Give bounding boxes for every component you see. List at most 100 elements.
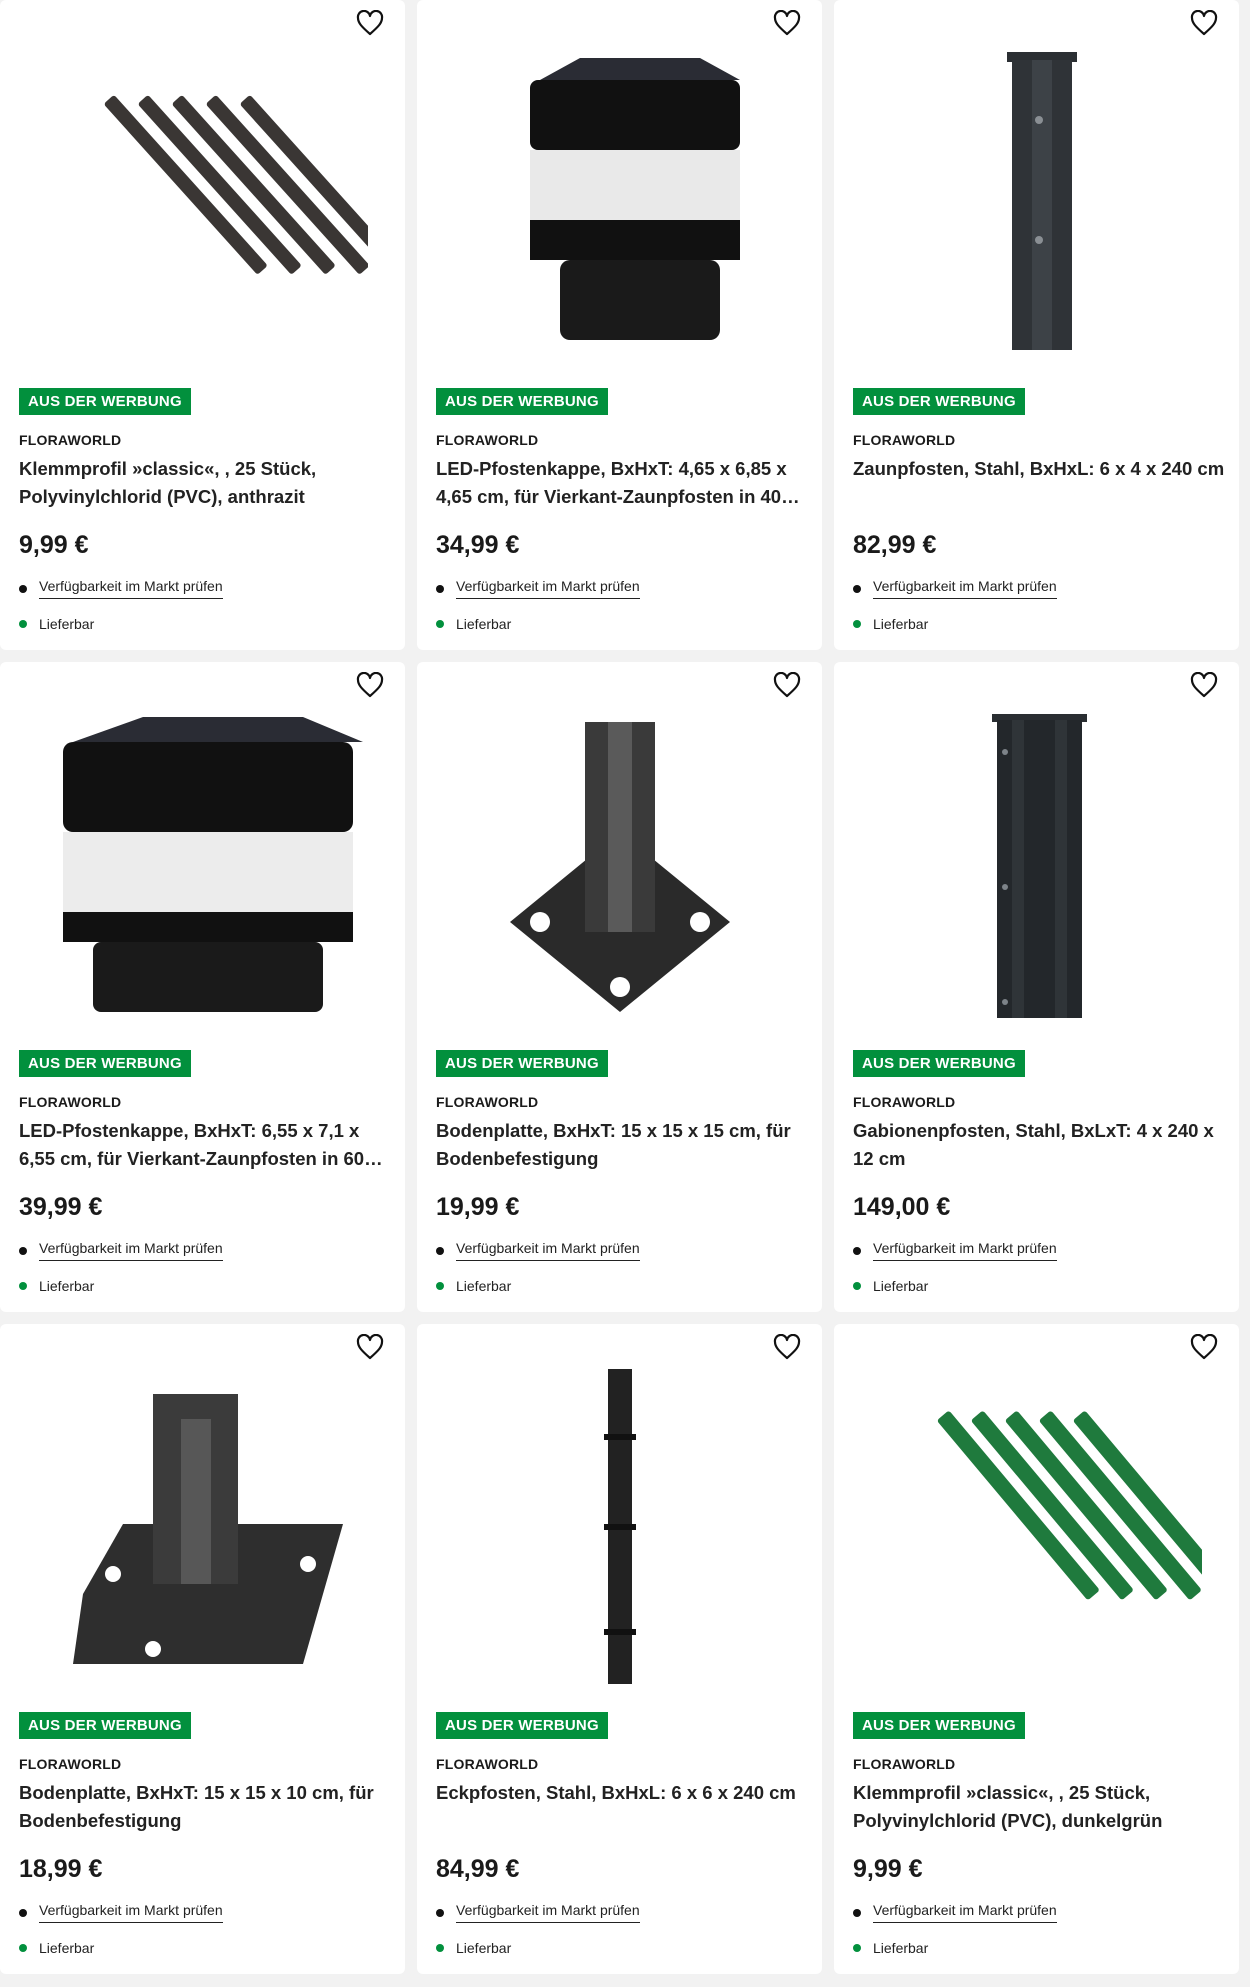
bullet-dot — [853, 1246, 861, 1255]
product-price: 34,99 € — [436, 531, 520, 559]
bullet-dot — [853, 1908, 861, 1917]
product-image[interactable] — [417, 692, 822, 1032]
delivery-status: Lieferbar — [436, 616, 511, 632]
bullet-dot — [853, 584, 861, 593]
product-price: 9,99 € — [853, 1855, 923, 1883]
product-image[interactable] — [0, 692, 405, 1032]
delivery-label: Lieferbar — [456, 1278, 512, 1294]
product-title[interactable]: Klemmprofil »classic«, , 25 Stück, Polyv… — [853, 1779, 1228, 1835]
product-price: 149,00 € — [853, 1193, 951, 1221]
brand-name: FLORAWORLD — [436, 1756, 539, 1772]
product-price: 82,99 € — [853, 531, 937, 559]
delivery-status: Lieferbar — [19, 1278, 94, 1294]
ad-badge: AUS DER WERBUNG — [853, 1712, 1025, 1739]
delivery-status: Lieferbar — [436, 1278, 511, 1294]
in-stock-dot — [19, 1282, 27, 1290]
availability-row: Verfügbarkeit im Markt prüfen — [853, 1240, 1057, 1261]
check-availability-link[interactable]: Verfügbarkeit im Markt prüfen — [873, 578, 1057, 599]
product-image[interactable] — [417, 1354, 822, 1694]
product-title[interactable]: Eckpfosten, Stahl, BxHxL: 6 x 6 x 240 cm — [436, 1779, 811, 1807]
availability-row: Verfügbarkeit im Markt prüfen — [19, 1902, 223, 1923]
product-grid: AUS DER WERBUNG FLORAWORLD Klemmprofil »… — [0, 0, 1240, 1974]
delivery-label: Lieferbar — [456, 616, 512, 632]
brand-name: FLORAWORLD — [853, 1756, 956, 1772]
bullet-dot — [436, 1246, 444, 1255]
in-stock-dot — [853, 620, 861, 628]
product-title[interactable]: Klemmprofil »classic«, , 25 Stück, Polyv… — [19, 455, 394, 511]
brand-name: FLORAWORLD — [853, 432, 956, 448]
check-availability-link[interactable]: Verfügbarkeit im Markt prüfen — [873, 1902, 1057, 1923]
availability-row: Verfügbarkeit im Markt prüfen — [436, 578, 640, 599]
product-card[interactable]: AUS DER WERBUNG FLORAWORLD Bodenplatte, … — [0, 1324, 405, 1974]
delivery-status: Lieferbar — [19, 1940, 94, 1956]
ad-badge: AUS DER WERBUNG — [19, 1712, 191, 1739]
product-title[interactable]: Bodenplatte, BxHxT: 15 x 15 x 15 cm, für… — [436, 1117, 811, 1173]
check-availability-link[interactable]: Verfügbarkeit im Markt prüfen — [456, 1902, 640, 1923]
bullet-dot — [19, 1908, 27, 1917]
brand-name: FLORAWORLD — [19, 432, 122, 448]
product-image[interactable] — [834, 1354, 1239, 1694]
brand-name: FLORAWORLD — [19, 1756, 122, 1772]
availability-row: Verfügbarkeit im Markt prüfen — [853, 578, 1057, 599]
product-card[interactable]: AUS DER WERBUNG FLORAWORLD Bodenplatte, … — [417, 662, 822, 1312]
check-availability-link[interactable]: Verfügbarkeit im Markt prüfen — [39, 1240, 223, 1261]
product-title[interactable]: LED-Pfostenkappe, BxHxT: 6,55 x 7,1 x 6,… — [19, 1117, 394, 1173]
ad-badge: AUS DER WERBUNG — [436, 1050, 608, 1077]
delivery-status: Lieferbar — [853, 1940, 928, 1956]
delivery-status: Lieferbar — [853, 616, 928, 632]
product-price: 19,99 € — [436, 1193, 520, 1221]
ad-badge: AUS DER WERBUNG — [853, 388, 1025, 415]
delivery-label: Lieferbar — [873, 616, 929, 632]
check-availability-link[interactable]: Verfügbarkeit im Markt prüfen — [456, 1240, 640, 1261]
brand-name: FLORAWORLD — [436, 432, 539, 448]
product-price: 18,99 € — [19, 1855, 103, 1883]
check-availability-link[interactable]: Verfügbarkeit im Markt prüfen — [873, 1240, 1057, 1261]
check-availability-link[interactable]: Verfügbarkeit im Markt prüfen — [39, 578, 223, 599]
product-price: 39,99 € — [19, 1193, 103, 1221]
bullet-dot — [19, 584, 27, 593]
delivery-label: Lieferbar — [873, 1940, 929, 1956]
product-card[interactable]: AUS DER WERBUNG FLORAWORLD Eckpfosten, S… — [417, 1324, 822, 1974]
in-stock-dot — [853, 1282, 861, 1290]
product-card[interactable]: AUS DER WERBUNG FLORAWORLD LED-Pfostenka… — [417, 0, 822, 650]
product-title[interactable]: Zaunpfosten, Stahl, BxHxL: 6 x 4 x 240 c… — [853, 455, 1228, 483]
product-title[interactable]: Bodenplatte, BxHxT: 15 x 15 x 10 cm, für… — [19, 1779, 394, 1835]
in-stock-dot — [853, 1944, 861, 1952]
delivery-label: Lieferbar — [456, 1940, 512, 1956]
product-price: 9,99 € — [19, 531, 89, 559]
product-title[interactable]: Gabionenpfosten, Stahl, BxLxT: 4 x 240 x… — [853, 1117, 1228, 1173]
check-availability-link[interactable]: Verfügbarkeit im Markt prüfen — [456, 578, 640, 599]
product-image[interactable] — [0, 30, 405, 370]
availability-row: Verfügbarkeit im Markt prüfen — [19, 578, 223, 599]
product-price: 84,99 € — [436, 1855, 520, 1883]
delivery-status: Lieferbar — [436, 1940, 511, 1956]
in-stock-dot — [19, 620, 27, 628]
product-image[interactable] — [834, 30, 1239, 370]
product-image[interactable] — [834, 692, 1239, 1032]
product-card[interactable]: AUS DER WERBUNG FLORAWORLD Zaunpfosten, … — [834, 0, 1239, 650]
ad-badge: AUS DER WERBUNG — [19, 1050, 191, 1077]
product-card[interactable]: AUS DER WERBUNG FLORAWORLD Gabionenpfost… — [834, 662, 1239, 1312]
product-image[interactable] — [0, 1354, 405, 1694]
delivery-status: Lieferbar — [19, 616, 94, 632]
product-card[interactable]: AUS DER WERBUNG FLORAWORLD Klemmprofil »… — [834, 1324, 1239, 1974]
in-stock-dot — [436, 1944, 444, 1952]
brand-name: FLORAWORLD — [19, 1094, 122, 1110]
availability-row: Verfügbarkeit im Markt prüfen — [19, 1240, 223, 1261]
delivery-label: Lieferbar — [39, 1940, 95, 1956]
product-image[interactable] — [417, 30, 822, 370]
bullet-dot — [19, 1246, 27, 1255]
ad-badge: AUS DER WERBUNG — [436, 1712, 608, 1739]
brand-name: FLORAWORLD — [436, 1094, 539, 1110]
ad-badge: AUS DER WERBUNG — [436, 388, 608, 415]
bullet-dot — [436, 1908, 444, 1917]
product-card[interactable]: AUS DER WERBUNG FLORAWORLD LED-Pfostenka… — [0, 662, 405, 1312]
availability-row: Verfügbarkeit im Markt prüfen — [436, 1240, 640, 1261]
in-stock-dot — [19, 1944, 27, 1952]
in-stock-dot — [436, 1282, 444, 1290]
product-title[interactable]: LED-Pfostenkappe, BxHxT: 4,65 x 6,85 x 4… — [436, 455, 811, 511]
product-card[interactable]: AUS DER WERBUNG FLORAWORLD Klemmprofil »… — [0, 0, 405, 650]
brand-name: FLORAWORLD — [853, 1094, 956, 1110]
delivery-label: Lieferbar — [873, 1278, 929, 1294]
check-availability-link[interactable]: Verfügbarkeit im Markt prüfen — [39, 1902, 223, 1923]
